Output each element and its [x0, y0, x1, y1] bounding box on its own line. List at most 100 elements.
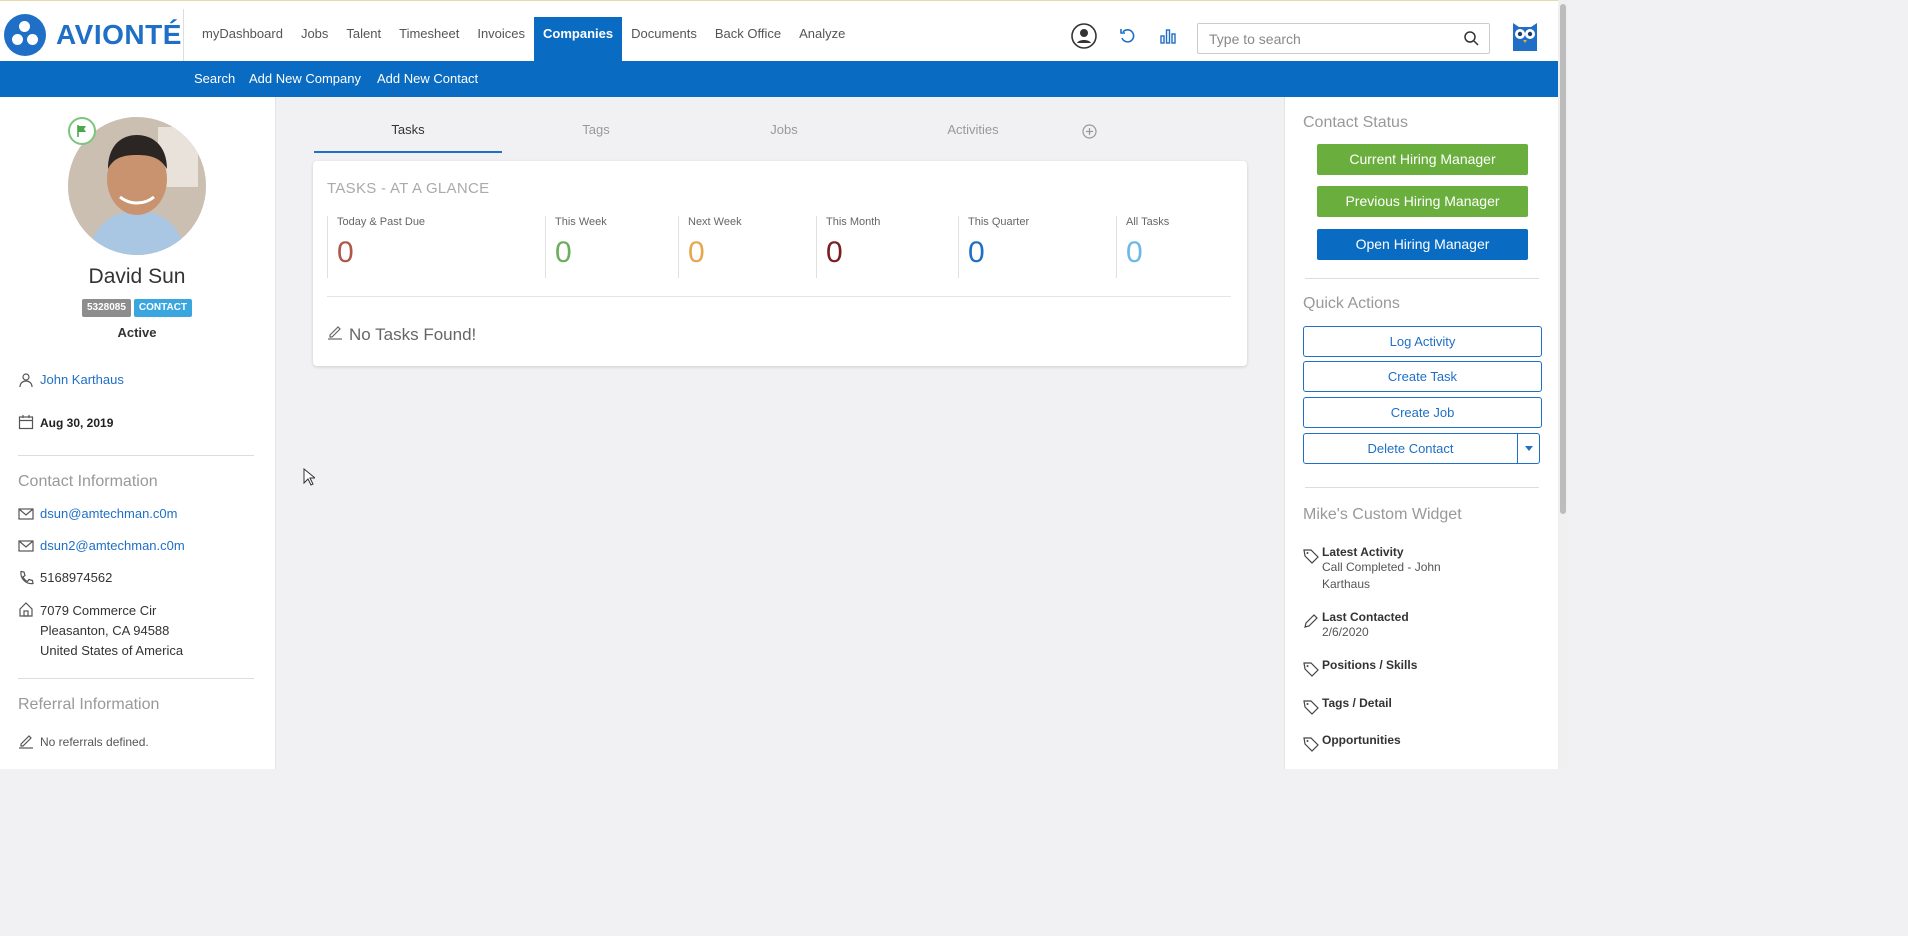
nav-item-documents[interactable]: Documents — [622, 17, 706, 62]
contact-information-title: Contact Information — [18, 473, 158, 490]
main-nav: myDashboard Jobs Talent Timesheet Invoic… — [193, 17, 854, 62]
delete-contact-split-button: Delete Contact — [1303, 433, 1540, 464]
contact-tabs: Tasks Tags Jobs Activities — [314, 122, 1194, 153]
brand-name: AVIONTÉ — [56, 19, 182, 50]
delete-contact-button[interactable]: Delete Contact — [1304, 434, 1517, 463]
tab-label: Jobs — [770, 122, 798, 137]
top-navigation-bar: AVIONTÉ myDashboard Jobs Talent Timeshee… — [0, 0, 1568, 62]
widget-latest-activity: Latest Activity Call Completed - John Ka… — [1303, 545, 1482, 593]
divider — [18, 678, 254, 679]
tasks-at-a-glance-card: TASKS - AT A GLANCE Today & Past Due 0 T… — [313, 161, 1247, 366]
nav-item-jobs[interactable]: Jobs — [292, 17, 337, 62]
card-divider — [327, 296, 1231, 297]
stat-this-week[interactable]: This Week 0 — [545, 216, 607, 278]
stat-value: 0 — [826, 236, 843, 269]
tags-detail-label: Tags / Detail — [1322, 696, 1392, 710]
mail-icon — [18, 538, 34, 554]
mouse-cursor-icon — [303, 467, 317, 491]
create-job-button[interactable]: Create Job — [1303, 397, 1542, 428]
stat-label: Today & Past Due — [337, 216, 426, 228]
stat-value: 0 — [555, 236, 572, 269]
analytics-chart-icon[interactable] — [1155, 23, 1181, 49]
brand-logo[interactable]: AVIONTÉ — [4, 13, 182, 57]
scrollbar-thumb[interactable] — [1560, 4, 1566, 514]
nav-item-analyze[interactable]: Analyze — [790, 17, 854, 62]
phone-number[interactable]: 5168974562 — [40, 570, 112, 585]
referral-empty-text: No referrals defined. — [40, 735, 149, 749]
tab-label: Activities — [947, 122, 999, 137]
phone-row: 5168974562 — [18, 570, 112, 586]
tab-label: Tags — [582, 122, 610, 137]
nav-item-talent[interactable]: Talent — [337, 17, 390, 62]
last-contacted-label: Last Contacted — [1322, 610, 1409, 624]
stat-label: This Week — [555, 216, 607, 228]
divider — [1305, 487, 1539, 488]
tag-icon — [1303, 661, 1319, 677]
widget-last-contacted: Last Contacted 2/6/2020 — [1303, 610, 1482, 641]
nav-item-timesheet[interactable]: Timesheet — [390, 17, 468, 62]
search-input[interactable] — [1198, 24, 1448, 53]
custom-widget-title: Mike's Custom Widget — [1303, 506, 1462, 523]
address-line-3: United States of America — [40, 643, 184, 658]
subnav-search[interactable]: Search — [194, 71, 235, 86]
chevron-down-icon[interactable] — [1517, 434, 1539, 463]
latest-activity-label: Latest Activity — [1322, 545, 1404, 559]
current-hiring-manager-button[interactable]: Current Hiring Manager — [1317, 144, 1528, 175]
contact-profile-panel: David Sun 5328085 CONTACT Active John Ka… — [0, 97, 276, 769]
no-tasks-message: No Tasks Found! — [327, 324, 476, 345]
widget-opportunities[interactable]: Opportunities — [1303, 733, 1401, 752]
stat-this-month[interactable]: This Month 0 — [816, 216, 880, 278]
stat-all-tasks[interactable]: All Tasks 0 — [1116, 216, 1169, 278]
flag-icon[interactable] — [68, 117, 96, 145]
person-icon — [18, 372, 34, 388]
refresh-icon[interactable] — [1115, 23, 1141, 49]
widget-tags-detail[interactable]: Tags / Detail — [1303, 696, 1392, 715]
owl-assistant-icon[interactable] — [1512, 19, 1538, 55]
positions-skills-label: Positions / Skills — [1322, 658, 1418, 672]
stat-label: All Tasks — [1126, 216, 1170, 228]
email-link-2[interactable]: dsun2@amtechman.c0m — [40, 538, 185, 553]
pencil-icon — [1303, 613, 1319, 629]
divider — [1305, 278, 1539, 279]
tab-tasks[interactable]: Tasks — [314, 122, 502, 153]
nav-item-invoices[interactable]: Invoices — [468, 17, 534, 62]
divider — [18, 455, 254, 456]
stat-this-quarter[interactable]: This Quarter 0 — [958, 216, 1029, 278]
contact-status-title: Contact Status — [1303, 114, 1408, 131]
add-tab-icon[interactable] — [1082, 124, 1097, 144]
tab-tags[interactable]: Tags — [502, 122, 690, 153]
address-line-2: Pleasanton, CA 94588 — [40, 623, 170, 638]
card-title: TASKS - AT A GLANCE — [327, 180, 490, 197]
quick-actions-title: Quick Actions — [1303, 295, 1400, 312]
nav-item-back-office[interactable]: Back Office — [706, 17, 790, 62]
referral-information-title: Referral Information — [18, 696, 160, 713]
widget-positions-skills[interactable]: Positions / Skills — [1303, 658, 1417, 677]
previous-hiring-manager-button[interactable]: Previous Hiring Manager — [1317, 186, 1528, 217]
home-icon — [18, 601, 34, 617]
global-search[interactable] — [1197, 23, 1490, 54]
nav-item-mydashboard[interactable]: myDashboard — [193, 17, 292, 62]
contact-badges: 5328085 CONTACT — [0, 299, 274, 317]
page-scrollbar[interactable] — [1558, 0, 1568, 769]
user-profile-icon[interactable] — [1071, 23, 1097, 49]
email-row-2: dsun2@amtechman.c0m — [18, 538, 185, 554]
nav-item-companies[interactable]: Companies — [534, 17, 623, 62]
address-row: 7079 Commerce Cir Pleasanton, CA 94588 U… — [18, 601, 183, 661]
stat-value: 0 — [337, 236, 354, 269]
stat-today-past-due[interactable]: Today & Past Due 0 — [327, 216, 425, 278]
tab-label: Tasks — [391, 122, 425, 137]
log-activity-button[interactable]: Log Activity — [1303, 326, 1542, 357]
pencil-icon — [18, 733, 34, 749]
stat-value: 0 — [968, 236, 985, 269]
email-link-1[interactable]: dsun@amtechman.c0m — [40, 506, 177, 521]
subnav-add-new-company[interactable]: Add New Company — [249, 71, 361, 86]
stat-next-week[interactable]: Next Week 0 — [678, 216, 742, 278]
owner-link[interactable]: John Karthaus — [40, 372, 124, 387]
tag-icon — [1303, 548, 1319, 564]
tab-jobs[interactable]: Jobs — [690, 122, 878, 153]
tab-activities[interactable]: Activities — [879, 122, 1067, 153]
create-task-button[interactable]: Create Task — [1303, 361, 1542, 392]
search-icon[interactable] — [1464, 31, 1479, 51]
subnav-add-new-contact[interactable]: Add New Contact — [377, 71, 478, 86]
open-hiring-manager-button[interactable]: Open Hiring Manager — [1317, 229, 1528, 260]
